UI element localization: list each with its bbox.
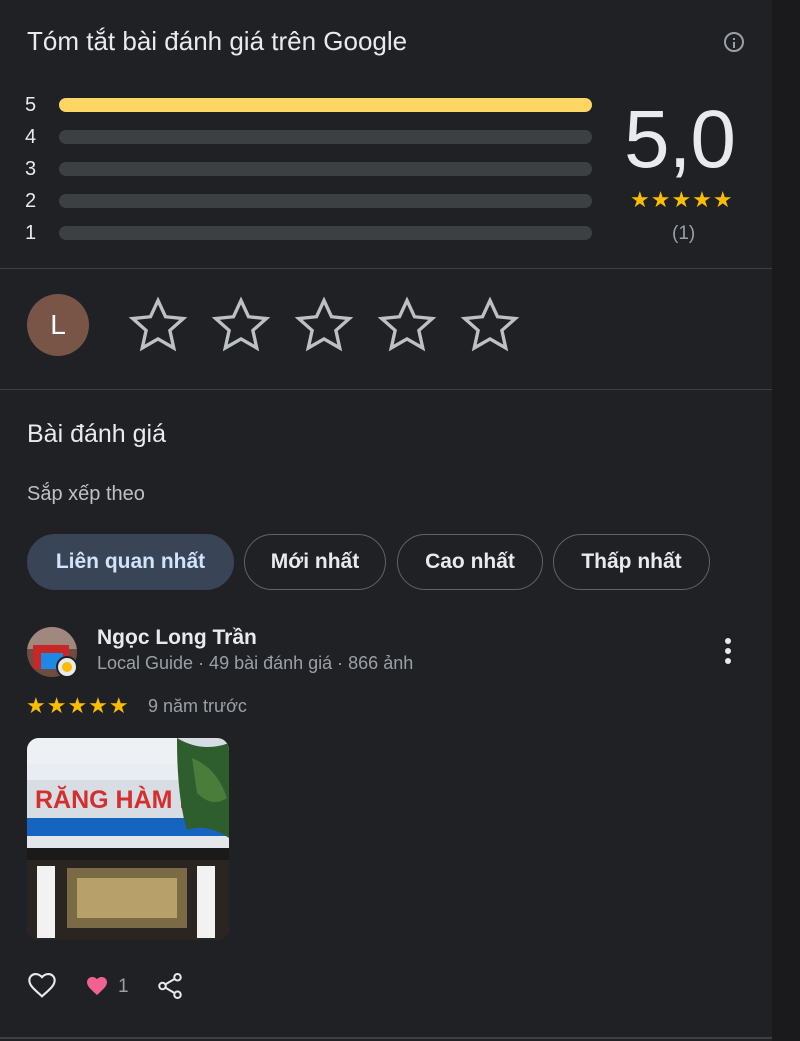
rating-bar-row[interactable]: 4: [25, 125, 595, 149]
rating-bar-label: 1: [25, 222, 37, 244]
empty-star-icon[interactable]: [376, 294, 438, 356]
like-count: 1: [118, 976, 129, 997]
divider: [0, 268, 772, 269]
empty-star-icon[interactable]: [293, 294, 355, 356]
sort-chip-newest[interactable]: Mới nhất: [244, 534, 386, 590]
rating-bar-label: 5: [25, 94, 37, 116]
average-stars: ★★★★★: [630, 187, 734, 212]
sort-chip-relevant[interactable]: Liên quan nhất: [27, 534, 234, 590]
average-score: 5,0: [624, 94, 736, 185]
rating-bar-track: [59, 98, 592, 112]
sort-label: Sắp xếp theo: [27, 483, 145, 505]
rating-bar-fill: [59, 98, 592, 112]
share-icon[interactable]: [155, 970, 185, 1002]
review-stars: ★★★★★: [26, 693, 130, 718]
more-vert-icon[interactable]: [722, 638, 734, 670]
divider: [0, 1037, 772, 1039]
rating-bar-track: [59, 162, 592, 176]
rating-bar-row[interactable]: 3: [25, 157, 595, 181]
reviewer-meta: Local Guide · 49 bài đánh giá · 866 ảnh: [97, 653, 414, 673]
rating-bar-track: [59, 226, 592, 240]
heart-reaction-icon: [87, 977, 107, 995]
info-icon[interactable]: [724, 32, 744, 52]
reviews-panel: Tóm tắt bài đánh giá trên Google 5 4 3 2…: [0, 0, 772, 1041]
rating-bar-row[interactable]: 2: [25, 189, 595, 213]
review-photo[interactable]: RĂNG HÀM MẶT: [27, 738, 229, 940]
sort-chip-highest[interactable]: Cao nhất: [397, 534, 543, 590]
reviewer-name[interactable]: Ngọc Long Trần: [97, 626, 257, 650]
sort-chip-lowest[interactable]: Thấp nhất: [553, 534, 710, 590]
rating-bar-label: 4: [25, 126, 37, 148]
empty-star-icon[interactable]: [210, 294, 272, 356]
review-count[interactable]: (1): [672, 223, 695, 245]
rating-bar-label: 3: [25, 158, 37, 180]
rating-bar-track: [59, 194, 592, 208]
summary-title: Tóm tắt bài đánh giá trên Google: [27, 26, 408, 56]
local-guide-badge-icon: [56, 656, 78, 678]
rating-bar-row[interactable]: 1: [25, 221, 595, 245]
scroll-gutter: [772, 0, 800, 1041]
review-time: 9 năm trước: [148, 696, 247, 716]
avatar: L: [27, 294, 89, 356]
reviews-section-title: Bài đánh giá: [27, 420, 167, 448]
divider: [0, 389, 772, 390]
rating-bar-track: [59, 130, 592, 144]
empty-star-icon[interactable]: [459, 294, 521, 356]
like-heart-outline-icon[interactable]: [25, 969, 59, 1001]
rating-bar-label: 2: [25, 190, 37, 212]
empty-star-icon[interactable]: [127, 294, 189, 356]
rating-bar-row[interactable]: 5: [25, 93, 595, 117]
